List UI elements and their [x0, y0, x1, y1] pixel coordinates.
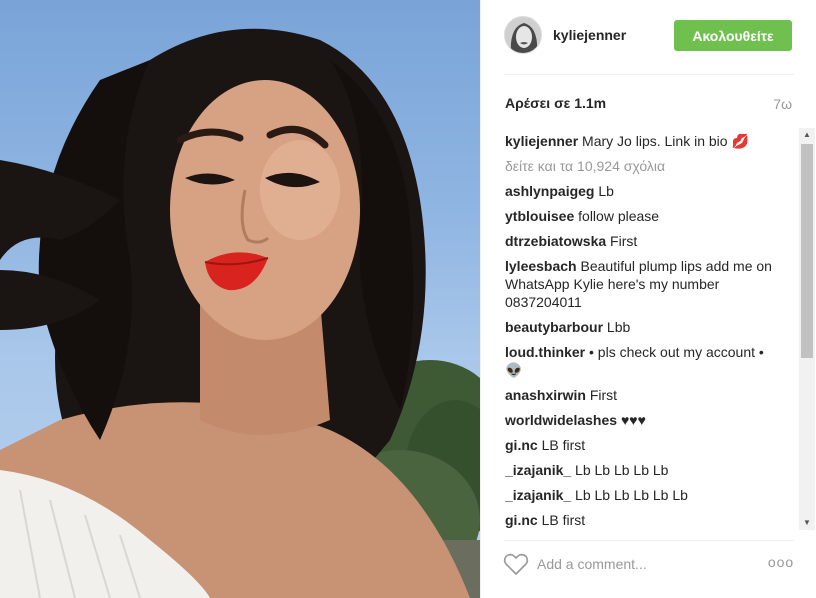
comment-username[interactable]: beautybarbour [505, 319, 603, 335]
comment-item: _izajanik_ Lb Lb Lb Lb Lb [505, 461, 777, 479]
avatar-image [505, 17, 541, 53]
comment-username[interactable]: anashxirwin [505, 387, 586, 403]
header-username-link[interactable]: kyliejenner [553, 27, 626, 43]
comment-text: Lb [598, 183, 614, 199]
caption: kyliejenner Mary Jo lips. Link in bio 💋 [505, 132, 777, 150]
comment-item: gi.nc LB first [505, 436, 777, 454]
post-time[interactable]: 7ω [773, 96, 792, 112]
add-comment-input[interactable] [537, 551, 757, 577]
header-divider [504, 74, 794, 75]
comment-item: lyleesbach Beautiful plump lips add me o… [505, 257, 777, 311]
comment-item: loud.thinker • pls check out my account … [505, 343, 777, 379]
scrollbar-thumb[interactable] [801, 144, 813, 358]
comment-username[interactable]: ashlynpaigeg [505, 183, 594, 199]
more-options-button[interactable]: ooo [767, 552, 795, 572]
post-photo [0, 0, 480, 598]
comment-username[interactable]: lyleesbach [505, 258, 577, 274]
comment-username[interactable]: loud.thinker [505, 344, 585, 360]
comment-username[interactable]: worldwidelashes [505, 412, 617, 428]
post-sidebar: kyliejenner Ακολουθείτε Αρέσει σε 1.1m 7… [480, 0, 816, 598]
comment-text: ♥♥♥ [620, 412, 646, 428]
comment-username[interactable]: gi.nc [505, 437, 538, 453]
scroll-down-arrow-icon[interactable]: ▼ [799, 516, 815, 530]
comment-text: First [589, 387, 618, 403]
comment-item: _izajanik_ Lb Lb Lb Lb Lb Lb [505, 486, 777, 504]
comment-text: LB first [541, 512, 586, 528]
view-all-comments-link[interactable]: δείτε και τα 10,924 σχόλια [505, 157, 777, 175]
comment-item: beautybarbour Lbb [505, 318, 777, 336]
comments-list: kyliejenner Mary Jo lips. Link in bio 💋 … [505, 132, 777, 530]
likes-count[interactable]: Αρέσει σε 1.1m [505, 95, 606, 111]
post-header: kyliejenner Ακολουθείτε [481, 0, 816, 74]
avatar[interactable] [504, 16, 542, 54]
comment-item: ashlynpaigeg Lb [505, 182, 777, 200]
comment-item: gi.nc LB first [505, 511, 777, 529]
footer-divider [504, 540, 794, 541]
comment-text: First [610, 233, 638, 249]
scroll-up-arrow-icon[interactable]: ▲ [799, 128, 815, 142]
comment-text: Lb Lb Lb Lb Lb Lb [575, 487, 688, 503]
comment-username[interactable]: _izajanik_ [505, 487, 571, 503]
caption-username[interactable]: kyliejenner [505, 133, 578, 149]
comment-text: follow please [578, 208, 660, 224]
comment-username[interactable]: dtrzebiatowska [505, 233, 606, 249]
caption-text: Mary Jo lips. Link in bio 💋 [582, 133, 749, 149]
comment-item: ytblouisee follow please [505, 207, 777, 225]
photo-illustration [0, 28, 480, 598]
following-button[interactable]: Ακολουθείτε [674, 20, 792, 51]
comment-text: Lb Lb Lb Lb Lb [575, 462, 669, 478]
comment-text: LB first [541, 437, 586, 453]
comment-username[interactable]: _izajanik_ [505, 462, 571, 478]
comment-item: dtrzebiatowska First [505, 232, 777, 250]
comment-text: Lbb [606, 319, 631, 335]
comment-username[interactable]: gi.nc [505, 512, 538, 528]
heart-icon[interactable] [503, 552, 529, 576]
comment-item: worldwidelashes ♥♥♥ [505, 411, 777, 429]
comments-scrollbar[interactable]: ▲ ▼ [799, 128, 815, 530]
comment-item: anashxirwin First [505, 386, 777, 404]
comment-username[interactable]: ytblouisee [505, 208, 574, 224]
